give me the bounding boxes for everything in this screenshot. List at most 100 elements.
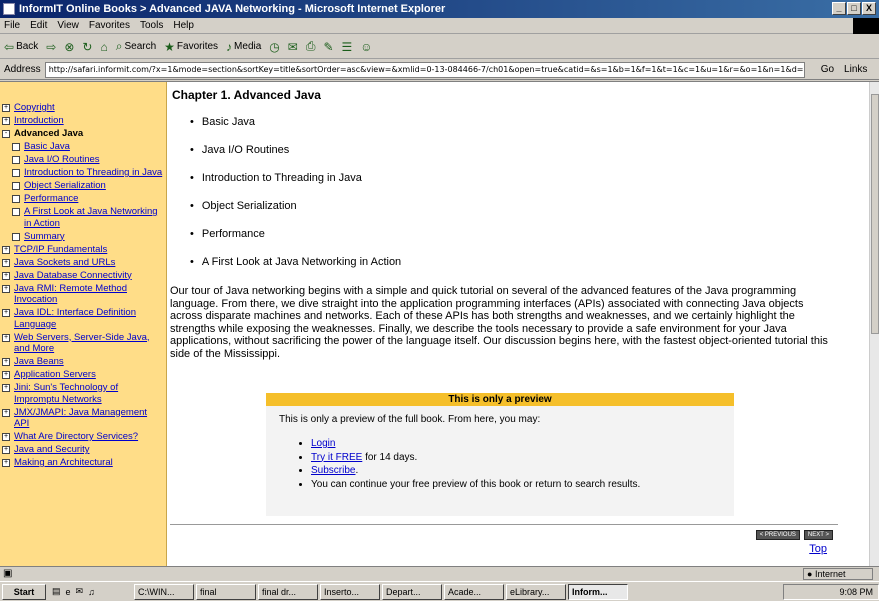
menu-help[interactable]: Help (173, 20, 194, 31)
sidebar-item-label[interactable]: A First Look at Java Networking in Actio… (24, 206, 164, 229)
page-icon[interactable] (12, 182, 20, 190)
close-button[interactable]: X (862, 2, 876, 15)
desktop-icon[interactable]: ▤ (52, 586, 61, 597)
sidebar-item-label[interactable]: Jini: Sun's Technology of Impromptu Netw… (14, 382, 164, 405)
address-input[interactable]: http://safari.informit.com/?x=1&mode=sec… (44, 61, 805, 78)
expand-icon[interactable]: + (2, 309, 10, 317)
try-free-link[interactable]: Try it FREE (311, 452, 362, 463)
menu-view[interactable]: View (57, 20, 79, 31)
messenger-button[interactable]: ☺ (360, 40, 372, 54)
sidebar-item[interactable]: + Java IDL: Interface Definition Language (2, 307, 164, 330)
top-link[interactable]: Top (809, 543, 827, 555)
menu-file[interactable]: File (4, 20, 20, 31)
sidebar-item[interactable]: Performance (2, 193, 164, 205)
page-icon[interactable] (12, 195, 20, 203)
menu-favorites[interactable]: Favorites (89, 20, 130, 31)
media-button[interactable]: ♪ Media (226, 40, 261, 54)
maximize-button[interactable]: □ (847, 2, 861, 15)
minimize-button[interactable]: _ (832, 2, 846, 15)
go-button[interactable]: Go (821, 64, 834, 75)
sidebar-item-label[interactable]: Java Database Connectivity (14, 270, 132, 282)
sidebar-item-label[interactable]: Making an Architectural (14, 457, 113, 469)
forward-button[interactable]: ⇨ (46, 40, 56, 54)
stop-button[interactable]: ⊗ (64, 40, 74, 54)
sidebar-item[interactable]: + Java Beans (2, 356, 164, 368)
sidebar-item[interactable]: A First Look at Java Networking in Actio… (2, 206, 164, 229)
sidebar-item-label[interactable]: Summary (24, 231, 65, 243)
sidebar-item-label[interactable]: Basic Java (24, 141, 70, 153)
outlook-icon[interactable]: ✉ (76, 586, 84, 597)
page-icon[interactable] (12, 156, 20, 164)
login-link[interactable]: Login (311, 438, 335, 449)
sidebar-item-label[interactable]: Performance (24, 193, 78, 205)
mail-button[interactable]: ✉ (288, 40, 298, 54)
discuss-button[interactable]: ☰ (342, 40, 353, 54)
sidebar-item-label[interactable]: What Are Directory Services? (14, 431, 138, 443)
sidebar-item[interactable]: + Java and Security (2, 444, 164, 456)
links-button[interactable]: Links (844, 64, 867, 75)
back-button[interactable]: ⇦ Back (4, 40, 38, 54)
sidebar-item[interactable]: + Making an Architectural (2, 457, 164, 469)
sidebar-item[interactable]: + Web Servers, Server-Side Java, and More (2, 332, 164, 355)
sidebar-item-label[interactable]: TCP/IP Fundamentals (14, 244, 107, 256)
sidebar-item[interactable]: + Introduction (2, 115, 164, 127)
expand-icon[interactable]: + (2, 245, 10, 254)
sidebar-item[interactable]: + Jini: Sun's Technology of Impromptu Net… (2, 382, 164, 405)
sidebar-item-label[interactable]: JMX/JMAPI: Java Management API (14, 407, 164, 430)
taskbar-task[interactable]: Depart... (382, 583, 442, 600)
sidebar-item[interactable]: + Java Sockets and URLs (2, 257, 164, 269)
expand-icon[interactable]: + (2, 446, 10, 454)
sidebar-item-label[interactable]: Java Sockets and URLs (14, 257, 115, 269)
collapse-icon[interactable]: - (2, 130, 10, 138)
search-button[interactable]: ⌕ Search (116, 39, 156, 54)
sidebar-item-label[interactable]: Web Servers, Server-Side Java, and More (14, 332, 164, 355)
scrollbar-thumb[interactable] (871, 94, 879, 334)
ie-launch-icon[interactable]: e (66, 587, 71, 597)
subscribe-link[interactable]: Subscribe (311, 465, 355, 476)
sidebar-item[interactable]: Introduction to Threading in Java (2, 167, 164, 179)
sidebar-item[interactable]: + Java Database Connectivity (2, 270, 164, 282)
edit-button[interactable]: ✎ (323, 40, 333, 54)
expand-icon[interactable]: + (2, 371, 10, 379)
sidebar-item-label[interactable]: Copyright (14, 102, 55, 114)
previous-button[interactable]: < PREVIOUS (755, 530, 800, 540)
sidebar-item-label[interactable]: Introduction to Threading in Java (24, 167, 162, 179)
taskbar-task[interactable]: Acade... (444, 583, 504, 600)
menu-edit[interactable]: Edit (30, 20, 47, 31)
taskbar-task[interactable]: Inform... (568, 583, 628, 600)
expand-icon[interactable]: + (2, 258, 10, 267)
menu-tools[interactable]: Tools (140, 20, 163, 31)
sidebar-item-label[interactable]: Java RMI: Remote Method Invocation (14, 283, 164, 306)
taskbar-task[interactable]: final (196, 583, 256, 600)
refresh-button[interactable]: ↻ (82, 40, 92, 54)
page-icon[interactable] (12, 208, 20, 216)
sidebar-item[interactable]: Java I/O Routines (2, 154, 164, 166)
sidebar-item-label[interactable]: Application Servers (14, 369, 96, 381)
sidebar-item[interactable]: + Application Servers (2, 369, 164, 381)
expand-icon[interactable]: + (2, 459, 10, 467)
sidebar-item-label[interactable]: Java IDL: Interface Definition Language (14, 307, 164, 330)
sidebar-item[interactable]: + Java RMI: Remote Method Invocation (2, 283, 164, 306)
expand-icon[interactable]: + (2, 104, 10, 112)
history-button[interactable]: ◷ (269, 40, 279, 54)
expand-icon[interactable]: + (2, 284, 10, 293)
vertical-scrollbar[interactable] (869, 82, 879, 567)
sidebar-item[interactable]: + Copyright (2, 102, 164, 114)
expand-icon[interactable]: + (2, 271, 10, 280)
home-button[interactable]: ⌂ (100, 40, 107, 54)
expand-icon[interactable]: + (2, 433, 10, 441)
sidebar-item-label[interactable]: Java and Security (14, 444, 90, 456)
next-button[interactable]: NEXT > (803, 530, 833, 540)
sidebar-item-label[interactable]: Java Beans (14, 356, 64, 368)
sidebar-item[interactable]: + TCP/IP Fundamentals (2, 244, 164, 256)
taskbar-task[interactable]: final dr... (258, 583, 318, 600)
expand-icon[interactable]: + (2, 384, 10, 392)
sidebar-item[interactable]: + JMX/JMAPI: Java Management API (2, 407, 164, 430)
sidebar-item[interactable]: Basic Java (2, 141, 164, 153)
sidebar-item-label[interactable]: Object Serialization (24, 180, 106, 192)
expand-icon[interactable]: + (2, 408, 10, 417)
favorites-button[interactable]: ★ Favorites (164, 40, 218, 54)
expand-icon[interactable]: + (2, 333, 10, 342)
media-launch-icon[interactable]: ♫ (88, 587, 95, 597)
sidebar-item[interactable]: + What Are Directory Services? (2, 431, 164, 443)
